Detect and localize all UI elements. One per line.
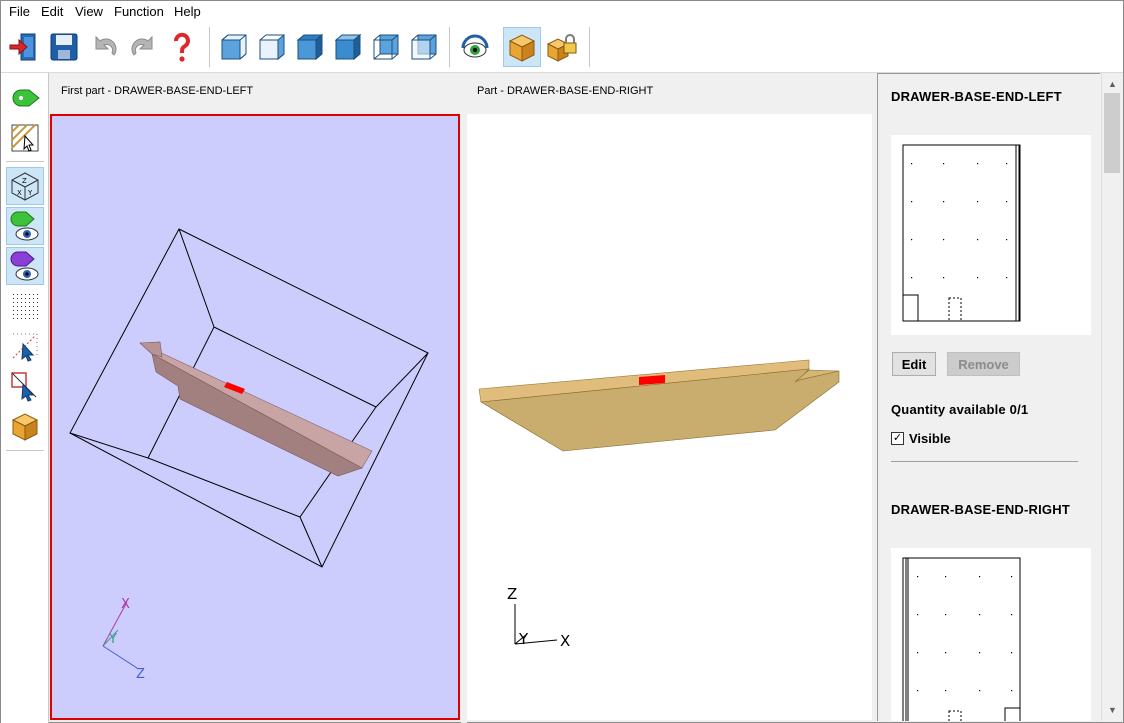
visible-checkbox-row[interactable]: ✓ Visible xyxy=(891,431,951,446)
menu-help[interactable]: Help xyxy=(174,4,201,19)
left-panel-header: First part - DRAWER-BASE-END-LEFT xyxy=(51,73,461,113)
left-toolbar-separator xyxy=(6,450,44,451)
edit-button[interactable]: Edit xyxy=(892,352,936,376)
view-cube-top-icon xyxy=(296,33,324,61)
xyz-cube-icon: Z X Y xyxy=(11,172,39,201)
box-part-button[interactable] xyxy=(6,407,44,445)
menu-view[interactable]: View xyxy=(75,4,103,19)
redo-button[interactable] xyxy=(125,27,163,67)
svg-text:X: X xyxy=(17,189,22,197)
svg-text:Z: Z xyxy=(22,177,27,185)
lock-box-button[interactable] xyxy=(543,27,581,67)
select-area-button[interactable] xyxy=(6,119,44,157)
right-3d-scene: Z Y X xyxy=(478,359,840,650)
view-cube-back-icon xyxy=(373,34,399,60)
redo-icon xyxy=(131,35,153,56)
left-3d-scene: X Y Z xyxy=(69,228,429,682)
corner-select-icon xyxy=(11,372,37,402)
part-title-left: DRAWER-BASE-END-LEFT xyxy=(891,89,1062,104)
left-panel-title: First part - DRAWER-BASE-END-LEFT xyxy=(61,85,254,97)
eye-view-button[interactable] xyxy=(456,27,494,67)
eye-view-icon xyxy=(461,34,489,58)
axis-triad: X Y Z xyxy=(102,597,145,682)
snap-cursor-icon xyxy=(12,333,38,362)
scroll-down-arrow-icon[interactable]: ▼ xyxy=(1102,701,1123,718)
view-cube-iso-icon xyxy=(411,34,437,60)
left-toolbar: Z X Y xyxy=(1,73,49,723)
svg-text:Y: Y xyxy=(27,189,33,197)
tag-tool-button[interactable] xyxy=(6,79,44,117)
menu-bar: File Edit View Function Help xyxy=(1,1,1123,23)
save-button[interactable] xyxy=(45,27,83,67)
dot-grid-icon xyxy=(13,294,38,319)
axis-y-label: Y xyxy=(108,632,117,647)
view-cube-right-icon xyxy=(334,33,362,61)
part-drawing-left xyxy=(902,144,1021,322)
parts-side-panel: DRAWER-BASE-END-LEFT Edit Remove Quantit… xyxy=(877,73,1100,721)
scroll-up-arrow-icon[interactable]: ▲ xyxy=(1102,75,1123,92)
menu-function[interactable]: Function xyxy=(114,4,164,19)
green-eye-tag-icon xyxy=(10,211,39,241)
axis-x-label: X xyxy=(560,632,570,650)
remove-button[interactable]: Remove xyxy=(947,352,1020,376)
application-window: File Edit View Function Help Z X Y First… xyxy=(0,0,1124,723)
green-eye-button[interactable] xyxy=(6,207,44,245)
green-tag-icon xyxy=(12,89,40,107)
right-panel-title: Part - DRAWER-BASE-END-RIGHT xyxy=(477,85,654,97)
box-icon xyxy=(11,413,39,441)
drawer-base-end-right-panel[interactable] xyxy=(478,359,840,452)
part-separator xyxy=(891,461,1078,462)
part-thumbnail-left[interactable] xyxy=(891,135,1091,335)
part-box-button[interactable] xyxy=(503,27,541,67)
toolbar-separator xyxy=(589,27,590,67)
part-box-icon xyxy=(508,34,536,62)
right-panel-header: Part - DRAWER-BASE-END-RIGHT xyxy=(467,73,872,113)
right-3d-viewport[interactable]: Z Y X xyxy=(467,114,872,720)
select-corner-button[interactable] xyxy=(6,367,44,405)
axis-z-label: Z xyxy=(136,667,145,682)
view-front-button[interactable] xyxy=(215,27,253,67)
purple-eye-button[interactable] xyxy=(6,247,44,285)
scrollbar-thumb[interactable] xyxy=(1104,93,1120,173)
axes-cube-button[interactable]: Z X Y xyxy=(6,167,44,205)
toolbar-separator xyxy=(209,27,210,67)
view-cube-left-icon xyxy=(259,33,285,61)
grid-button[interactable] xyxy=(6,287,44,325)
help-button[interactable] xyxy=(163,27,201,67)
purple-eye-tag-icon xyxy=(10,251,39,281)
undo-button[interactable] xyxy=(85,27,123,67)
toolbar xyxy=(1,23,1123,73)
view-iso-button[interactable] xyxy=(405,27,443,67)
exit-icon xyxy=(9,33,36,61)
left-toolbar-separator xyxy=(6,161,44,162)
exit-button[interactable] xyxy=(5,27,43,67)
menu-file[interactable]: File xyxy=(9,4,30,19)
part-title-right: DRAWER-BASE-END-RIGHT xyxy=(891,502,1070,517)
part-thumbnail-right[interactable] xyxy=(891,548,1091,721)
visible-checkbox[interactable]: ✓ xyxy=(891,432,904,445)
left-3d-viewport[interactable]: X Y Z xyxy=(50,114,460,720)
axis-z-label: Z xyxy=(507,585,517,603)
side-panel-scrollbar[interactable]: ▲ ▼ xyxy=(1101,73,1122,721)
quantity-label: Quantity available 0/1 xyxy=(891,402,1029,417)
axis-x-label: X xyxy=(121,597,130,612)
drawer-base-end-left-panel[interactable] xyxy=(139,341,373,477)
axis-triad: Z Y X xyxy=(507,585,570,650)
lock-box-icon xyxy=(546,34,577,62)
visible-label: Visible xyxy=(909,431,951,446)
toolbar-separator xyxy=(449,27,450,67)
undo-icon xyxy=(95,35,117,56)
view-right-button[interactable] xyxy=(329,27,367,67)
select-area-icon xyxy=(11,124,39,152)
part-drawing-right xyxy=(902,557,1021,721)
view-top-button[interactable] xyxy=(291,27,329,67)
view-back-button[interactable] xyxy=(367,27,405,67)
axis-y-label: Y xyxy=(518,630,529,648)
help-icon xyxy=(174,32,190,62)
menu-edit[interactable]: Edit xyxy=(41,4,63,19)
save-icon xyxy=(50,33,78,61)
view-cube-front-icon xyxy=(221,34,247,60)
view-left-button[interactable] xyxy=(253,27,291,67)
snap-point-button[interactable] xyxy=(6,327,44,365)
